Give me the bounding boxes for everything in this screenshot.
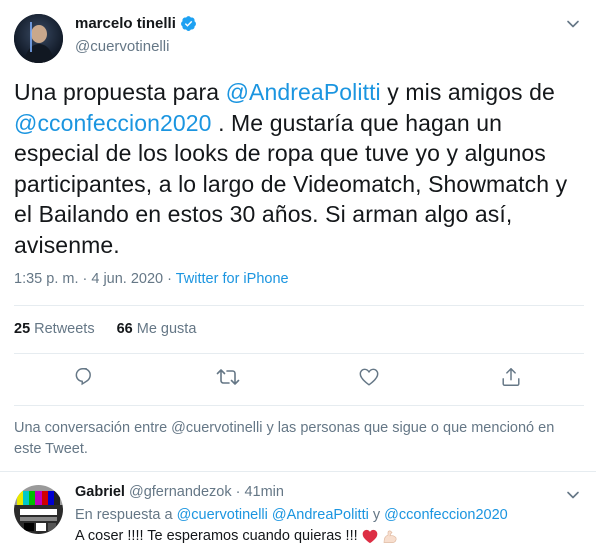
author-handle[interactable]: @cuervotinelli — [75, 38, 169, 55]
author-avatar[interactable] — [14, 14, 63, 63]
divider — [14, 305, 584, 306]
reply-avatar[interactable] — [14, 485, 63, 534]
divider — [14, 353, 584, 354]
reply-text: A coser !!!! Te esperamos cuando quieras… — [75, 528, 398, 544]
tweet-meta: 1:35 p. m. · 4 jun. 2020 · Twitter for i… — [14, 271, 289, 287]
retweets-stat[interactable]: 25 Retweets — [14, 321, 95, 337]
tweet-actions — [0, 366, 596, 394]
mention-link[interactable]: @cuervotinelli — [177, 507, 268, 523]
likes-count: 66 — [116, 321, 133, 337]
red-heart-emoji-icon — [362, 529, 378, 544]
in-reply-and: y — [368, 507, 385, 523]
mention-link[interactable]: @cconfeccion2020 — [384, 507, 508, 523]
in-reply-to: En respuesta a @cuervotinelli @AndreaPol… — [75, 507, 508, 523]
flexed-biceps-emoji-icon — [382, 529, 398, 544]
retweets-count: 25 — [14, 321, 31, 337]
verified-badge-icon — [180, 15, 197, 32]
retweet-icon[interactable] — [216, 366, 240, 390]
heart-icon[interactable] — [358, 366, 382, 390]
tweet-source-link[interactable]: Twitter for iPhone — [176, 271, 289, 287]
chevron-down-icon[interactable] — [566, 488, 580, 502]
likes-label: Me gusta — [136, 321, 197, 337]
mention-link[interactable]: @AndreaPolitti — [226, 79, 381, 105]
tweet-timestamp[interactable]: 1:35 p. m. · 4 jun. 2020 · — [14, 271, 176, 287]
reply-text-content: A coser !!!! Te esperamos cuando quieras… — [75, 528, 358, 544]
reply-handle-time[interactable]: @gfernandezok · 41min — [125, 484, 284, 500]
reply-header: Gabriel @gfernandezok · 41min — [75, 484, 284, 500]
chevron-down-icon[interactable] — [566, 17, 580, 31]
author-name[interactable]: marcelo tinelli — [75, 15, 176, 32]
tweet-text-part: Una propuesta para — [14, 79, 226, 105]
tweet-text-part: y mis amigos de — [380, 79, 555, 105]
retweets-label: Retweets — [34, 321, 95, 337]
divider — [0, 471, 596, 472]
conversation-notice: Una conversación entre @cuervotinelli y … — [14, 420, 555, 457]
tweet-stats: 25 Retweets 66 Me gusta — [14, 321, 218, 337]
mention-link[interactable]: @cconfeccion2020 — [14, 110, 212, 136]
reply-author-name[interactable]: Gabriel — [75, 484, 125, 500]
divider — [14, 405, 584, 406]
mention-link[interactable]: @AndreaPolitti — [272, 507, 369, 523]
in-reply-prefix: En respuesta a — [75, 507, 177, 523]
reply-icon[interactable] — [73, 366, 97, 390]
share-icon[interactable] — [500, 366, 524, 390]
likes-stat[interactable]: 66 Me gusta — [117, 321, 197, 337]
author-name-row: marcelo tinelli — [75, 15, 197, 32]
tweet-text: Una propuesta para @AndreaPolitti y mis … — [14, 77, 589, 260]
tweet-page: marcelo tinelli @cuervotinelli Una propu… — [0, 0, 596, 548]
